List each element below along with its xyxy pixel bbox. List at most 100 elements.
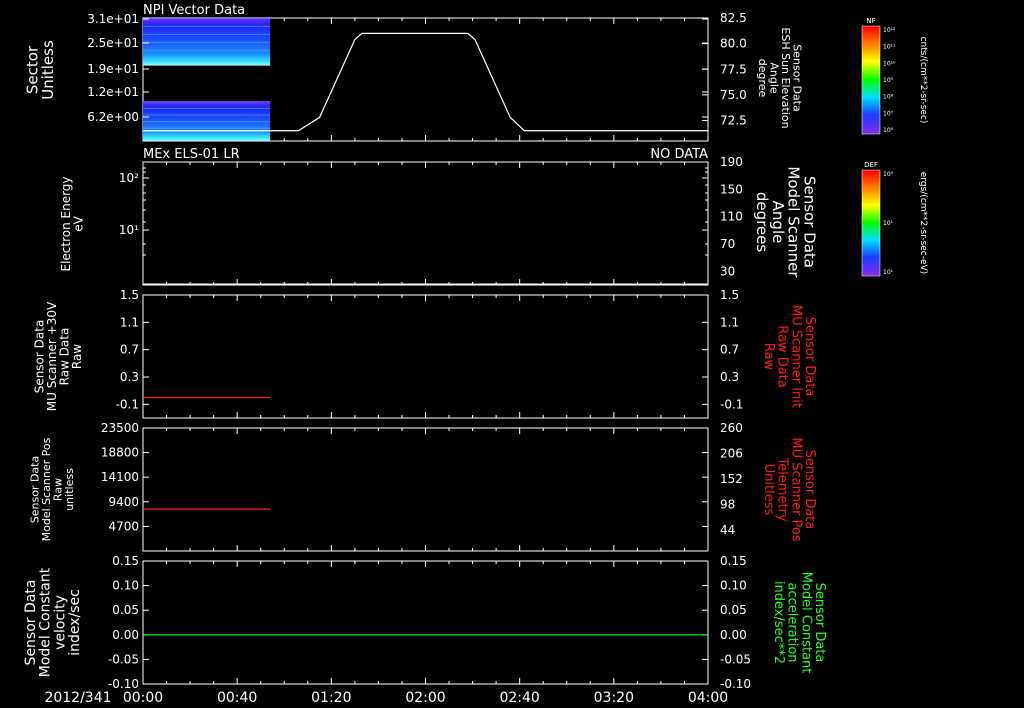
y-tick-label: 10¹ — [119, 223, 139, 237]
colorbar-2-unit: ergs/(cm**2-sr-sec-eV) — [918, 172, 928, 274]
panel-4-ylabel: Sensor DataModel Scanner PosRawunitless — [29, 437, 77, 541]
panel-3-right-ylabel: Sensor DataMU Scanner InitRaw DataRaw — [761, 305, 817, 408]
colorbar-tick-label: 10⁶ — [883, 127, 894, 134]
panel-2-frame — [142, 161, 709, 286]
right-y-tick-label: 82.5 — [720, 11, 747, 25]
colorbar-2 — [861, 169, 881, 277]
time-tick-label: 00:40 — [217, 690, 257, 706]
date-label: 2012/341 — [44, 690, 111, 706]
right-y-tick-label: 152 — [720, 472, 743, 486]
panel-5-ylabel-line: velocity — [52, 595, 68, 650]
panel-3-ylabel: Sensor DataMU Scanner +30VRaw DataRaw — [32, 301, 84, 411]
stacked-time-series-plot: NPI Vector Data 3.1e+01 2.5e+01 1.9e+01 1.2e… — [23, 3, 928, 706]
heatmap-stripe — [143, 107, 271, 109]
panel-5-right-ylabel: Sensor DataModel Constantaccelerationind… — [771, 572, 827, 674]
right-y-tick-label: 44 — [720, 523, 735, 537]
y-tick-label: 0.3 — [120, 370, 139, 384]
colorbar-unit-text: ergs/(cm**2-sr-sec-eV) — [918, 172, 928, 274]
right-y-tick-label: 77.5 — [720, 62, 747, 76]
right-y-tick-label: 150 — [720, 182, 743, 196]
right-y-tick-label: 1.1 — [720, 315, 739, 329]
time-tick-label: 04:00 — [688, 690, 728, 706]
right-y-tick-label: 206 — [720, 447, 743, 461]
heatmap-stripe — [143, 25, 271, 27]
right-y-tick-label: 98 — [720, 498, 735, 512]
right-y-tick-label: 70 — [720, 237, 735, 251]
colorbar-1 — [861, 25, 881, 135]
y-tick-label: 1.2e+01 — [87, 85, 139, 99]
panel-5-ylabel-line: Model Constant — [38, 567, 54, 677]
panel-1-ylabel-line: Unitless — [39, 40, 57, 100]
colorbar-tick-label: 10⁷ — [883, 110, 894, 117]
heatmap-stripe — [143, 33, 271, 35]
right-y-tick-label: 110 — [720, 210, 743, 224]
panel-4-right-ylabel: Sensor DataMU Scanner PosTelemetryUnitle… — [761, 437, 817, 542]
panel-5-ylabel-line: index/sec — [67, 589, 83, 656]
y-tick-label: 18800 — [101, 446, 139, 460]
heatmap-stripe — [143, 101, 271, 103]
y-tick-label: 2.5e+01 — [87, 36, 139, 50]
time-tick-label: 00:00 — [123, 690, 163, 706]
right-y-tick-label: 0.3 — [720, 370, 739, 384]
time-tick-label: 02:40 — [499, 690, 539, 706]
colorbar-tick-label: 10¹² — [883, 27, 896, 34]
right-y-tick-label: 30 — [720, 264, 735, 278]
right-y-tick-label: -0.1 — [720, 397, 743, 411]
y-tick-label: -0.1 — [116, 397, 139, 411]
heatmap-stripe — [143, 114, 271, 116]
time-tick-label: 02:00 — [405, 690, 445, 706]
panel-1-title: NPI Vector Data — [143, 3, 245, 18]
panel-3-ylabel-line: Raw — [70, 344, 84, 369]
y-tick-label: 0.00 — [112, 628, 139, 642]
colorbar-1-title: NF — [866, 17, 875, 25]
panel-4-ylabel-line: unitless — [63, 468, 76, 511]
panel-4-right-ylabel-line: Unitless — [761, 464, 776, 516]
panel-3-frame — [142, 294, 709, 419]
heatmap-stripe — [143, 121, 271, 123]
time-tick-label: 03:20 — [594, 690, 634, 706]
colorbar-tick-label: 10¹¹ — [883, 44, 896, 51]
y-tick-label: 1.5 — [120, 288, 139, 302]
right-y-tick-label: 0.05 — [720, 603, 747, 617]
heatmap-stripe — [143, 41, 271, 43]
y-tick-label: 9400 — [108, 495, 139, 509]
y-tick-label: 14100 — [101, 470, 139, 484]
panel-2-title: MEx ELS-01 LR — [143, 147, 240, 162]
colorbar-tick-label: 10¹ — [883, 269, 894, 276]
panel-2-right-ylabel-line: degrees — [753, 192, 771, 253]
right-y-tick-label: -0.05 — [720, 652, 751, 666]
panel-2-right-ylabel: Sensor DataModel ScannerAngledegrees — [753, 166, 818, 278]
panel-5-ylabel: Sensor DataModel Constantvelocityindex/s… — [23, 567, 83, 677]
heatmap-stripe — [143, 49, 271, 51]
y-tick-label: 0.7 — [120, 343, 139, 357]
panel-5-right-ylabel-line: index/sec**2 — [771, 581, 786, 664]
right-y-tick-label: 0.10 — [720, 579, 747, 593]
panel-4-frame — [142, 427, 709, 552]
panel-5-ylabel-line: Sensor Data — [23, 580, 39, 666]
y-tick-label: 4700 — [108, 519, 139, 533]
y-tick-label: 10² — [119, 171, 139, 185]
panel-1-right-ylabel-line: degree — [756, 59, 769, 98]
colorbar-tick-label: 10⁸ — [883, 94, 894, 101]
y-tick-label: 23500 — [101, 421, 139, 435]
panel-3-right-ylabel-line: Raw — [761, 343, 776, 371]
right-y-tick-label: 72.5 — [720, 114, 747, 128]
colorbar-tick-label: 10⁹ — [883, 77, 894, 84]
panel-2-status: NO DATA — [650, 147, 708, 162]
heatmap-stripe — [143, 127, 271, 129]
panel-2-ylabel: Electron EnergyeV — [59, 176, 86, 271]
colorbar-1-unit: cnts/(cm**2-sr-sec) — [918, 37, 928, 124]
colorbar-tick-label: 10¹ — [883, 220, 894, 227]
y-tick-label: 6.2e+00 — [87, 110, 139, 124]
time-tick-label: 01:20 — [311, 690, 351, 706]
y-tick-label: 1.9e+01 — [87, 62, 139, 76]
right-y-tick-label: 1.5 — [720, 288, 739, 302]
heatmap-stripe — [143, 57, 271, 59]
right-y-tick-label: 0.00 — [720, 628, 747, 642]
panel-1-right-ylabel: Sensor DataESH Sun ElevationAngledegree — [756, 27, 804, 128]
y-tick-label: 0.05 — [112, 603, 139, 617]
panel-2-ylabel-line: eV — [72, 215, 86, 231]
y-tick-label: 1.1 — [120, 315, 139, 329]
y-tick-label: 0.10 — [112, 579, 139, 593]
panel-1-ylabel: SectorUnitless — [23, 40, 57, 100]
